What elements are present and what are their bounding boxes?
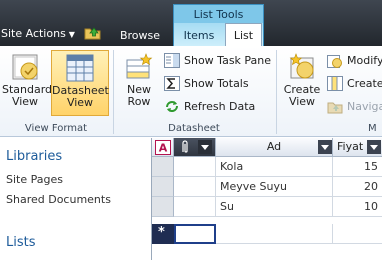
new-row-cell-fiyat[interactable] — [333, 224, 382, 244]
new-row-label-2: Row — [127, 95, 151, 108]
datasheet-grid: A Ad Fiyat Kola 15 Meyve Suyu 20 Su 10 * — [151, 138, 382, 260]
row-selector[interactable] — [152, 157, 174, 177]
tab-items[interactable]: Items — [175, 25, 223, 46]
column-header-ad-label: Ad — [266, 140, 282, 153]
font-format-icon: A — [155, 140, 171, 155]
standard-view-label-2: View — [11, 95, 39, 108]
attachment-column-header[interactable] — [174, 138, 216, 157]
column-dropdown[interactable] — [367, 140, 381, 154]
navigate-up-icon — [327, 102, 343, 114]
refresh-icon — [166, 101, 178, 112]
column-header-fiyat[interactable]: Fiyat — [333, 138, 382, 157]
standard-view-button[interactable]: Standard View — [2, 50, 52, 116]
chevron-down-icon — [321, 145, 329, 150]
table-cell-ad[interactable]: Meyve Suyu — [216, 177, 333, 197]
row-selector[interactable] — [152, 177, 174, 197]
active-new-row-cell[interactable] — [174, 224, 216, 244]
sigma-icon — [164, 76, 180, 91]
column-dropdown[interactable] — [198, 140, 212, 154]
ribbon-separator — [276, 50, 277, 134]
new-row-button[interactable]: New Row — [117, 50, 161, 116]
show-totals-button[interactable]: Show Totals — [164, 74, 274, 93]
tab-list[interactable]: List — [225, 23, 262, 47]
new-row-cell-ad[interactable] — [216, 224, 333, 244]
chevron-down-icon — [370, 145, 378, 150]
table-cell-ad[interactable]: Kola — [216, 157, 333, 177]
task-pane-icon — [164, 53, 180, 68]
select-all-corner[interactable]: A — [152, 138, 174, 157]
nav-heading-libraries[interactable]: Libraries — [6, 149, 62, 164]
show-totals-label: Show Totals — [184, 77, 249, 90]
site-actions-label: Site Actions — [1, 27, 66, 40]
column-header-ad[interactable]: Ad — [216, 138, 333, 157]
modify-view-icon — [327, 55, 342, 68]
create-column-label: Create — [347, 77, 382, 90]
modify-view-button[interactable]: Modify — [327, 51, 382, 70]
ribbon: Standard View Datasheet View View Format… — [0, 46, 382, 137]
navigate-up-button[interactable]: Naviga — [327, 97, 382, 116]
quick-launch: Libraries Site Pages Shared Documents Li… — [0, 137, 150, 260]
attachment-cell[interactable] — [174, 157, 216, 177]
attachment-cell[interactable] — [174, 197, 216, 217]
nav-heading-lists[interactable]: Lists — [6, 235, 36, 250]
datasheet-view-button[interactable]: Datasheet View — [51, 50, 109, 116]
new-row-selector[interactable]: * — [152, 224, 174, 244]
table-cell-fiyat[interactable]: 20 — [333, 177, 382, 197]
list-tools-context-label: List Tools — [173, 4, 264, 23]
group-label-manage-views: M — [368, 123, 377, 134]
chevron-down-icon: ▼ — [68, 30, 75, 39]
column-header-fiyat-label: Fiyat — [337, 140, 364, 153]
table-cell-fiyat[interactable]: 15 — [333, 157, 382, 177]
show-task-pane-label: Show Task Pane — [184, 54, 272, 67]
nav-item-site-pages[interactable]: Site Pages — [6, 173, 63, 186]
table-cell-fiyat[interactable]: 10 — [333, 197, 382, 217]
create-view-label-2: View — [288, 95, 316, 108]
column-dropdown[interactable] — [318, 140, 332, 154]
create-view-button[interactable]: Create View — [280, 50, 324, 116]
ribbon-separator — [113, 50, 114, 134]
site-actions-menu[interactable]: Site Actions ▼ — [1, 25, 75, 43]
new-row-marker: * — [158, 225, 165, 240]
refresh-data-label: Refresh Data — [184, 100, 256, 113]
new-row-icon — [126, 53, 153, 79]
row-selector[interactable] — [152, 197, 174, 217]
modify-view-label: Modify — [347, 54, 382, 67]
paperclip-icon — [182, 140, 188, 153]
attachment-cell[interactable] — [174, 177, 216, 197]
create-column-icon — [327, 76, 343, 91]
tab-browse[interactable]: Browse — [113, 26, 167, 46]
svg-text:A: A — [159, 142, 168, 155]
navigate-up-label: Naviga — [347, 100, 382, 113]
group-label-view-format: View Format — [24, 123, 88, 134]
refresh-data-button[interactable]: Refresh Data — [164, 97, 274, 116]
datasheet-view-icon — [66, 54, 94, 82]
navigate-up-folder-icon[interactable] — [84, 24, 102, 40]
nav-item-shared-documents[interactable]: Shared Documents — [6, 193, 111, 206]
top-bar: Site Actions ▼ Browse List Tools Items Li… — [0, 0, 382, 47]
standard-view-icon — [12, 54, 38, 80]
chevron-down-icon — [201, 145, 209, 150]
group-label-datasheet: Datasheet — [168, 123, 220, 134]
create-column-button[interactable]: Create — [327, 74, 382, 93]
create-view-icon — [289, 53, 314, 79]
table-cell-ad[interactable]: Su — [216, 197, 333, 217]
datasheet-view-label-2: View — [66, 96, 94, 109]
show-task-pane-button[interactable]: Show Task Pane — [164, 51, 274, 70]
